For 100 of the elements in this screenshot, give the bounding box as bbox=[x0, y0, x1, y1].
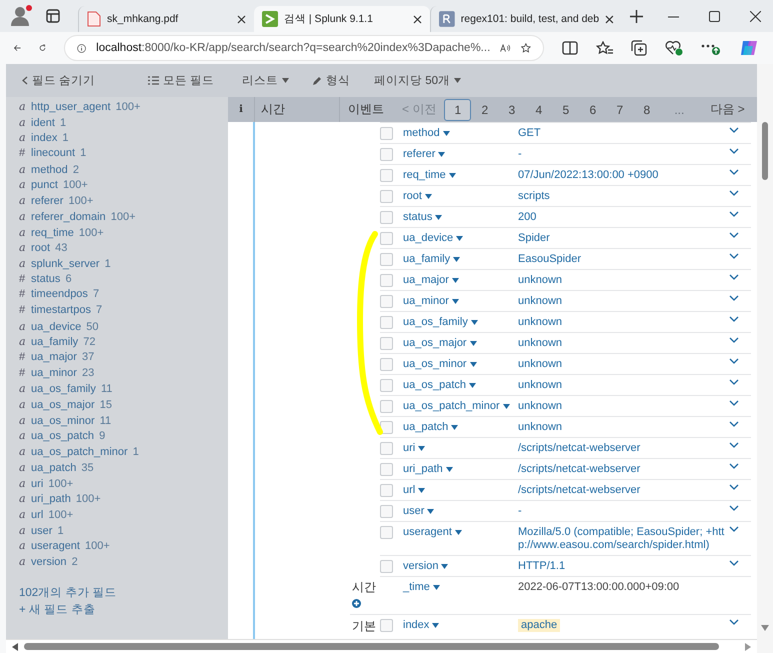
field-value[interactable]: scripts bbox=[518, 190, 554, 203]
field-item[interactable]: a user 1 bbox=[19, 522, 228, 538]
format-button[interactable]: 형식 bbox=[313, 73, 350, 88]
hide-fields-link[interactable]: 필드 숨기기 bbox=[22, 73, 96, 88]
field-name[interactable]: useragent bbox=[403, 526, 462, 539]
chevron-down-icon[interactable] bbox=[729, 190, 739, 196]
field-name[interactable]: referer bbox=[403, 148, 446, 161]
list-dropdown[interactable]: 리스트 bbox=[242, 73, 289, 88]
checkbox[interactable] bbox=[380, 274, 393, 287]
field-name[interactable]: uri bbox=[403, 442, 426, 455]
collections-icon[interactable] bbox=[631, 40, 647, 56]
close-icon[interactable] bbox=[237, 14, 246, 24]
field-item[interactable]: a splunk_server 1 bbox=[19, 256, 228, 272]
field-value[interactable]: unknown bbox=[518, 316, 566, 329]
scroll-left-icon[interactable] bbox=[12, 642, 18, 650]
checkbox[interactable] bbox=[380, 484, 393, 497]
field-value[interactable]: unknown bbox=[518, 337, 566, 350]
next-page-link[interactable]: 다음 > bbox=[702, 98, 753, 120]
field-value[interactable]: Mozilla/5.0 (compatible; EasouSpider; +http://www.easou.com/search/spider.html) bbox=[518, 526, 729, 552]
field-item[interactable]: a http_user_agent 100+ bbox=[19, 99, 228, 115]
field-item[interactable]: a ua_family 72 bbox=[19, 334, 228, 350]
chevron-down-icon[interactable] bbox=[729, 421, 739, 427]
field-item[interactable]: # timestartpos 7 bbox=[19, 302, 228, 319]
checkbox[interactable] bbox=[380, 526, 393, 539]
field-value[interactable]: 200 bbox=[518, 211, 540, 224]
field-item[interactable]: a ident 1 bbox=[19, 114, 228, 130]
field-value[interactable]: /scripts/netcat-webserver bbox=[518, 484, 644, 497]
page-number[interactable]: 2 bbox=[471, 98, 498, 120]
checkbox[interactable] bbox=[380, 560, 393, 573]
column-header[interactable]: 시간 bbox=[255, 97, 340, 122]
copilot-icon[interactable] bbox=[739, 38, 759, 58]
chevron-down-icon[interactable] bbox=[729, 169, 739, 175]
field-name[interactable]: ua_device bbox=[403, 232, 464, 245]
field-name[interactable]: ua_os_minor bbox=[403, 358, 477, 371]
chevron-down-icon[interactable] bbox=[729, 442, 739, 448]
scroll-down-icon[interactable] bbox=[761, 625, 769, 631]
chevron-down-icon[interactable] bbox=[729, 358, 739, 364]
field-name[interactable]: user bbox=[403, 505, 434, 518]
field-value[interactable]: unknown bbox=[518, 358, 566, 371]
field-name[interactable]: _time bbox=[403, 581, 440, 594]
checkbox[interactable] bbox=[380, 148, 393, 161]
page-number[interactable]: 7 bbox=[606, 98, 634, 120]
chevron-down-icon[interactable] bbox=[729, 295, 739, 301]
chevron-down-icon[interactable] bbox=[729, 127, 739, 133]
checkbox[interactable] bbox=[380, 400, 393, 413]
tab-list-icon[interactable] bbox=[46, 9, 60, 23]
field-value[interactable]: - bbox=[518, 505, 526, 518]
extract-field-link[interactable]: + 새 필드 추출 bbox=[19, 602, 228, 617]
new-tab-icon[interactable] bbox=[630, 10, 643, 22]
page-number[interactable]: 8 bbox=[633, 98, 660, 120]
checkbox[interactable] bbox=[380, 232, 393, 245]
checkbox[interactable] bbox=[380, 169, 393, 182]
field-name[interactable]: url bbox=[403, 484, 426, 497]
field-item[interactable]: a punct 100+ bbox=[19, 177, 228, 194]
checkbox[interactable] bbox=[380, 619, 393, 632]
chevron-down-icon[interactable] bbox=[729, 505, 739, 511]
field-name[interactable]: ua_os_patch bbox=[403, 379, 476, 392]
profile-icon[interactable] bbox=[10, 5, 32, 27]
field-name[interactable]: uri_path bbox=[403, 463, 453, 476]
chevron-down-icon[interactable] bbox=[729, 211, 739, 217]
field-item[interactable]: a ua_os_family 11 bbox=[19, 381, 228, 398]
field-item[interactable]: a index 1 bbox=[19, 130, 228, 146]
field-name[interactable]: version bbox=[403, 560, 448, 573]
field-name[interactable]: req_time bbox=[403, 169, 456, 182]
chevron-down-icon[interactable] bbox=[729, 560, 739, 566]
checkbox[interactable] bbox=[380, 211, 393, 224]
field-value[interactable]: apache bbox=[518, 619, 560, 632]
add-icon[interactable] bbox=[352, 599, 361, 608]
chevron-down-icon[interactable] bbox=[729, 274, 739, 280]
scroll-right-icon[interactable] bbox=[745, 642, 751, 650]
field-item[interactable]: a referer_domain 100+ bbox=[19, 208, 228, 224]
field-value[interactable]: GET bbox=[518, 127, 545, 140]
address-bar[interactable]: localhost:8000/ko-KR/app/search/search?q=search%20index%3Dapache%... bbox=[64, 35, 544, 61]
field-name[interactable]: index bbox=[403, 619, 440, 632]
field-name[interactable]: ua_os_family bbox=[403, 316, 478, 329]
field-item[interactable]: a ua_os_patch 9 bbox=[19, 428, 228, 444]
field-name[interactable]: ua_major bbox=[403, 274, 459, 287]
maximize-icon[interactable] bbox=[709, 10, 720, 22]
field-value[interactable]: 07/Jun/2022:13:00:00 +0900 bbox=[518, 169, 662, 182]
field-name[interactable]: ua_minor bbox=[403, 295, 459, 308]
field-item[interactable]: a ua_patch 35 bbox=[19, 460, 228, 476]
field-value[interactable]: unknown bbox=[518, 421, 566, 434]
chevron-down-icon[interactable] bbox=[729, 463, 739, 469]
checkbox[interactable] bbox=[380, 253, 393, 266]
field-value[interactable]: /scripts/netcat-webserver bbox=[518, 463, 644, 476]
field-item[interactable]: a root 43 bbox=[19, 240, 228, 256]
checkbox[interactable] bbox=[380, 442, 393, 455]
field-item[interactable]: a url 100+ bbox=[19, 506, 228, 523]
checkbox[interactable] bbox=[380, 505, 393, 518]
page-number[interactable]: 4 bbox=[525, 98, 552, 120]
checkbox[interactable] bbox=[380, 190, 393, 203]
horizontal-scrollbar[interactable] bbox=[6, 639, 757, 653]
field-item[interactable]: # status 6 bbox=[19, 272, 228, 288]
close-icon[interactable] bbox=[750, 10, 761, 22]
all-fields-link[interactable]: 모든 필드 bbox=[148, 73, 214, 88]
checkbox[interactable] bbox=[380, 379, 393, 392]
vertical-scrollbar[interactable] bbox=[757, 64, 773, 653]
checkbox[interactable] bbox=[380, 358, 393, 371]
chevron-down-icon[interactable] bbox=[729, 400, 739, 406]
field-name[interactable]: root bbox=[403, 190, 432, 203]
